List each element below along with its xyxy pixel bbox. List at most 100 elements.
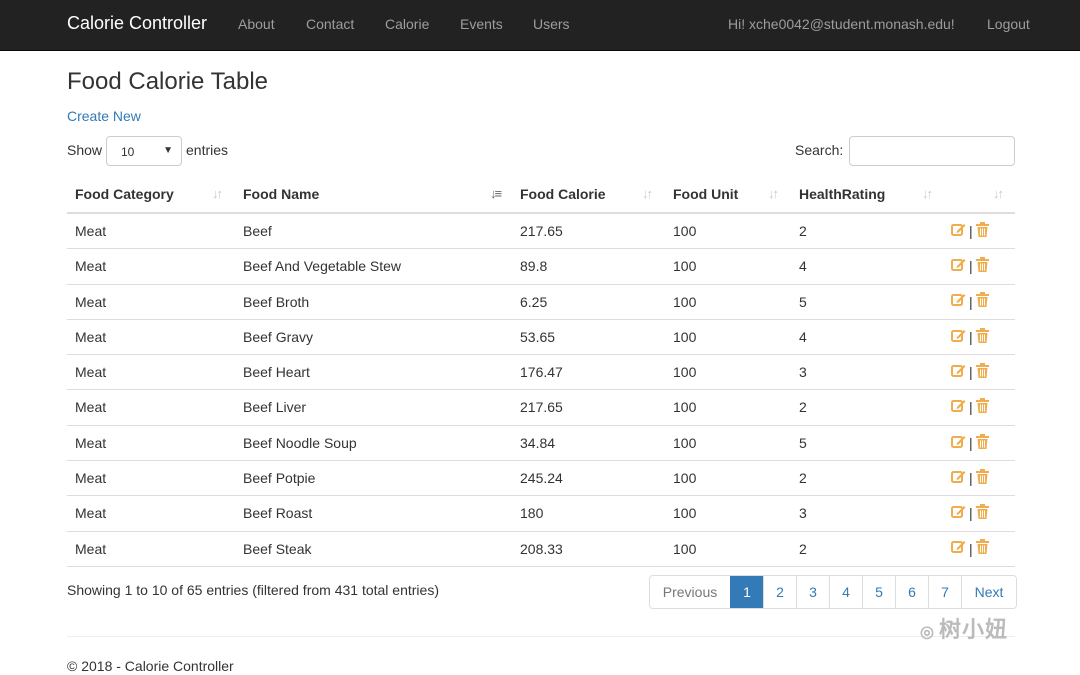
edit-icon[interactable] [951,215,966,250]
cell-food-category: Meat [75,223,107,239]
trash-icon[interactable] [975,250,989,285]
sort-ascending-icon[interactable]: ↓≡ [490,176,502,212]
header-food-calorie[interactable]: Food Calorie [520,176,606,212]
wechat-icon: ◎ [920,624,935,641]
cell-food-category: Meat [75,540,107,557]
trash-icon[interactable] [975,427,989,462]
chevron-down-icon: ▼ [163,145,173,156]
nav-about[interactable]: About [238,16,275,32]
row-actions: | [951,532,989,567]
food-calorie-table: Food Category ↓↑ Food Name ↓≡ Food Calor… [67,176,1015,567]
pagination-page-2[interactable]: 2 [763,576,796,608]
action-separator: | [969,223,973,239]
pagination-page-1[interactable]: 1 [730,576,763,608]
sort-both-icon[interactable]: ↓↑ [642,176,653,212]
cell-food-name: Beef Steak [243,540,312,557]
pagination-next[interactable]: Next [961,576,1016,608]
table-row: Meat Beef Liver 217.65 100 2 | [67,390,1015,426]
nav-user-greeting[interactable]: Hi! xche0042@student.monash.edu! [728,16,955,32]
row-actions: | [951,390,989,425]
entries-length-select[interactable]: 10 ▼ [106,136,182,166]
pagination-page-5[interactable]: 5 [862,576,895,608]
edit-icon[interactable] [951,250,966,285]
trash-icon[interactable] [975,532,989,567]
cell-food-category: Meat [75,505,107,522]
cell-health-rating: 4 [799,258,807,275]
cell-food-calorie: 217.65 [520,399,563,416]
edit-icon[interactable] [951,497,966,532]
nav-contact[interactable]: Contact [306,16,354,32]
edit-icon[interactable] [951,427,966,462]
action-separator: | [969,293,973,310]
trash-icon[interactable] [975,285,989,320]
navbar: Calorie Controller About Contact Calorie… [0,0,1080,51]
nav-users[interactable]: Users [533,16,570,32]
page-title: Food Calorie Table [67,68,269,95]
nav-events[interactable]: Events [460,16,503,32]
header-health-rating[interactable]: HealthRating [799,176,885,212]
nav-calorie[interactable]: Calorie [385,16,429,32]
pagination-page-3[interactable]: 3 [796,576,829,608]
row-actions: | [951,355,989,390]
row-actions: | [951,249,989,284]
cell-food-unit: 100 [673,258,697,275]
edit-icon[interactable] [951,391,966,426]
table-row: Meat Beef Potpie 245.24 100 2 | [67,461,1015,497]
trash-icon[interactable] [975,462,989,497]
entries-length-value: 10 [121,145,135,159]
action-separator: | [969,434,973,451]
trash-icon[interactable] [975,215,989,250]
pagination-page-7[interactable]: 7 [928,576,961,608]
create-new-link[interactable]: Create New [67,108,141,124]
cell-food-name: Beef Gravy [243,328,314,345]
table-header-row: Food Category ↓↑ Food Name ↓≡ Food Calor… [67,176,1015,214]
cell-food-unit: 100 [673,399,697,416]
sort-both-icon[interactable]: ↓↑ [212,176,223,212]
cell-food-name: Beef Roast [243,505,313,522]
cell-food-calorie: 245.24 [520,470,563,487]
header-food-unit[interactable]: Food Unit [673,176,738,212]
cell-food-name: Beef Potpie [243,470,316,487]
cell-food-calorie: 217.65 [520,223,563,239]
cell-food-unit: 100 [673,364,697,381]
cell-health-rating: 2 [799,540,807,557]
table-row: Meat Beef Steak 208.33 100 2 | [67,532,1015,567]
edit-icon[interactable] [951,532,966,567]
cell-health-rating: 4 [799,328,807,345]
sort-both-icon[interactable]: ↓↑ [993,176,1004,212]
header-food-category[interactable]: Food Category [75,176,174,212]
cell-food-category: Meat [75,434,107,451]
trash-icon[interactable] [975,391,989,426]
row-actions: | [951,214,989,249]
trash-icon[interactable] [975,497,989,532]
trash-icon[interactable] [975,321,989,356]
cell-food-category: Meat [75,293,107,310]
cell-food-calorie: 53.65 [520,328,556,345]
pagination-previous[interactable]: Previous [650,576,730,608]
search-input[interactable] [849,136,1015,166]
cell-food-unit: 100 [673,223,697,239]
action-separator: | [969,258,973,275]
trash-icon[interactable] [975,356,989,391]
edit-icon[interactable] [951,462,966,497]
cell-food-calorie: 176.47 [520,364,563,381]
pagination-page-4[interactable]: 4 [829,576,862,608]
pagination-page-6[interactable]: 6 [895,576,928,608]
cell-food-unit: 100 [673,540,697,557]
sort-both-icon[interactable]: ↓↑ [768,176,779,212]
footer-divider [67,636,1015,637]
brand-link[interactable]: Calorie Controller [67,13,207,34]
edit-icon[interactable] [951,285,966,320]
cell-food-name: Beef [243,223,272,239]
cell-health-rating: 2 [799,399,807,416]
row-actions: | [951,496,989,531]
watermark: ◎ 树小妞 [920,612,1008,644]
header-food-name[interactable]: Food Name [243,176,319,212]
cell-food-name: Beef Heart [243,364,310,381]
edit-icon[interactable] [951,356,966,391]
show-label: Show [67,142,103,158]
nav-logout[interactable]: Logout [987,16,1030,32]
sort-both-icon[interactable]: ↓↑ [922,176,933,212]
edit-icon[interactable] [951,321,966,356]
table-body: Meat Beef 217.65 100 2 | Meat Beef And Vegetabl… [67,214,1015,567]
